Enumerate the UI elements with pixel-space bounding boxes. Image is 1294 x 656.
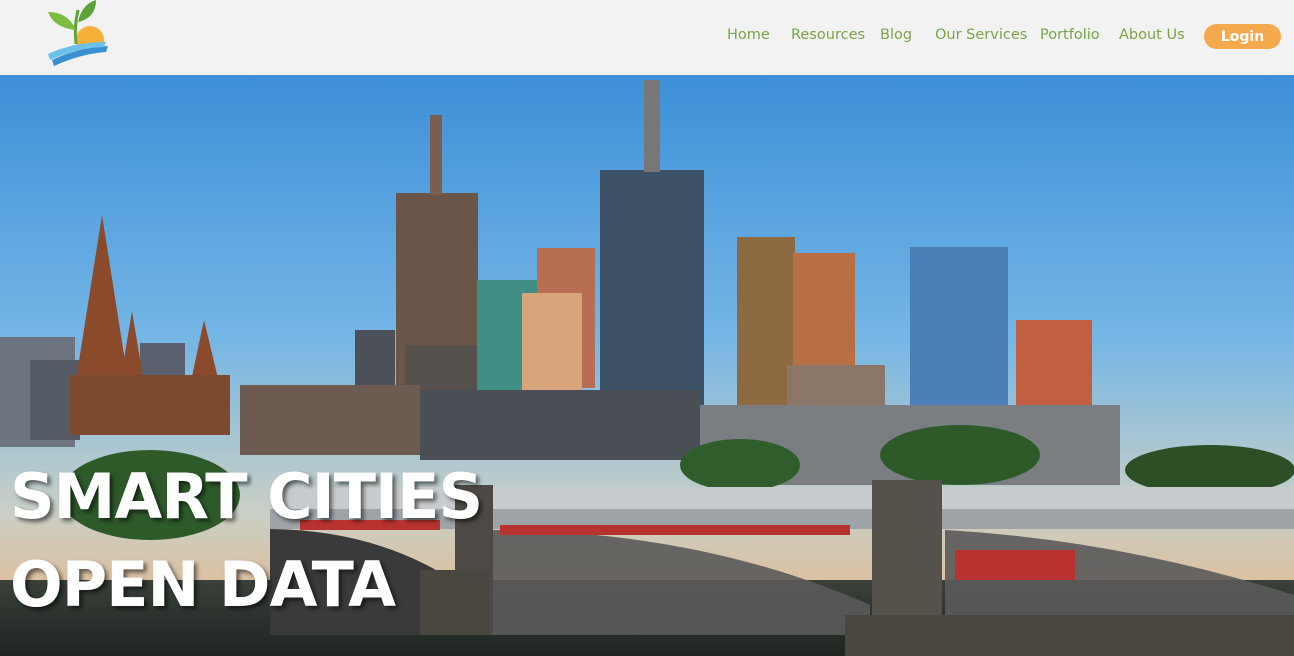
- site-header: Home Resources Blog Our Services Portfol…: [0, 0, 1294, 75]
- nav-our-services[interactable]: Our Services: [935, 27, 1027, 43]
- nav-about-us[interactable]: About Us: [1119, 27, 1185, 43]
- main-nav: Home Resources Blog Our Services Portfol…: [0, 0, 1294, 75]
- hero-title-line2: OPEN DATA: [10, 548, 396, 621]
- login-button[interactable]: Login: [1204, 24, 1281, 49]
- nav-portfolio[interactable]: Portfolio: [1040, 27, 1100, 43]
- hero-title-line1: SMART CITIES: [10, 460, 483, 533]
- nav-home[interactable]: Home: [727, 27, 770, 43]
- hero-banner: SMART CITIES OPEN DATA: [0, 75, 1294, 656]
- hero-title: SMART CITIES OPEN DATA: [10, 453, 483, 629]
- nav-resources[interactable]: Resources: [791, 27, 865, 43]
- nav-blog[interactable]: Blog: [880, 27, 912, 43]
